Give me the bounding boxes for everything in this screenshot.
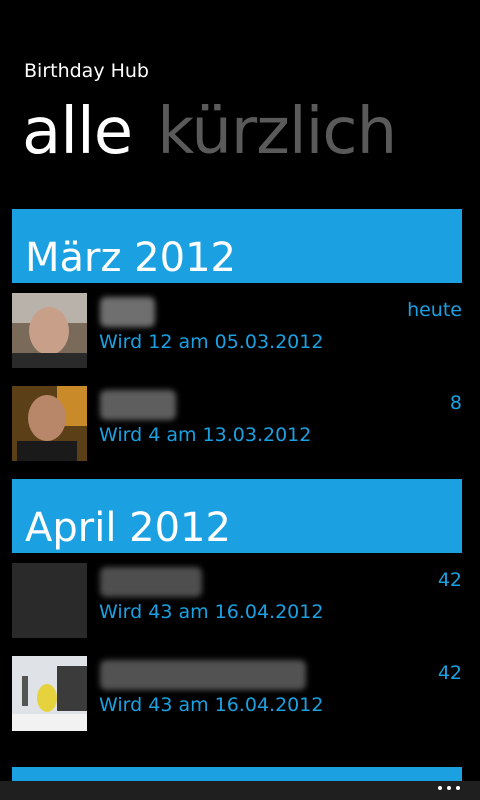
birthday-list: März 2012 Wird 12 am 05.03.2012 heute Wi… — [12, 209, 462, 749]
birthday-subtitle: Wird 43 am 16.04.2012 — [99, 694, 324, 716]
list-item[interactable]: Wird 4 am 13.03.2012 8 — [12, 386, 462, 462]
group-header-april[interactable]: April 2012 — [12, 479, 462, 553]
name-redacted — [100, 297, 155, 327]
days-until: 8 — [449, 392, 462, 414]
tab-kuerzlich[interactable]: kürzlich — [157, 96, 397, 168]
group-header-label: April 2012 — [25, 505, 231, 551]
birthday-subtitle: Wird 4 am 13.03.2012 — [99, 424, 312, 446]
days-until: heute — [407, 299, 462, 321]
list-item[interactable]: Wird 12 am 05.03.2012 heute — [12, 293, 462, 369]
days-until: 42 — [437, 662, 462, 684]
list-item[interactable]: Wird 43 am 16.04.2012 42 — [12, 563, 462, 639]
name-redacted — [100, 567, 202, 597]
list-item[interactable]: Wird 43 am 16.04.2012 42 — [12, 656, 462, 732]
name-redacted — [100, 390, 176, 420]
group-header-maerz[interactable]: März 2012 — [12, 209, 462, 283]
avatar — [12, 293, 87, 368]
avatar-placeholder — [12, 563, 87, 638]
avatar — [12, 656, 87, 731]
group-header-label: März 2012 — [25, 235, 236, 281]
avatar — [12, 386, 87, 461]
birthday-subtitle: Wird 43 am 16.04.2012 — [99, 601, 324, 623]
group-header-next[interactable] — [12, 767, 462, 781]
pivot-header: alle kürzlich — [22, 96, 416, 176]
days-until: 42 — [437, 569, 462, 591]
tab-alle[interactable]: alle — [22, 96, 133, 168]
app-title: Birthday Hub — [24, 60, 149, 82]
birthday-subtitle: Wird 12 am 05.03.2012 — [99, 331, 324, 353]
app-bar — [0, 781, 480, 800]
name-redacted — [100, 660, 306, 690]
more-icon[interactable] — [438, 786, 460, 790]
